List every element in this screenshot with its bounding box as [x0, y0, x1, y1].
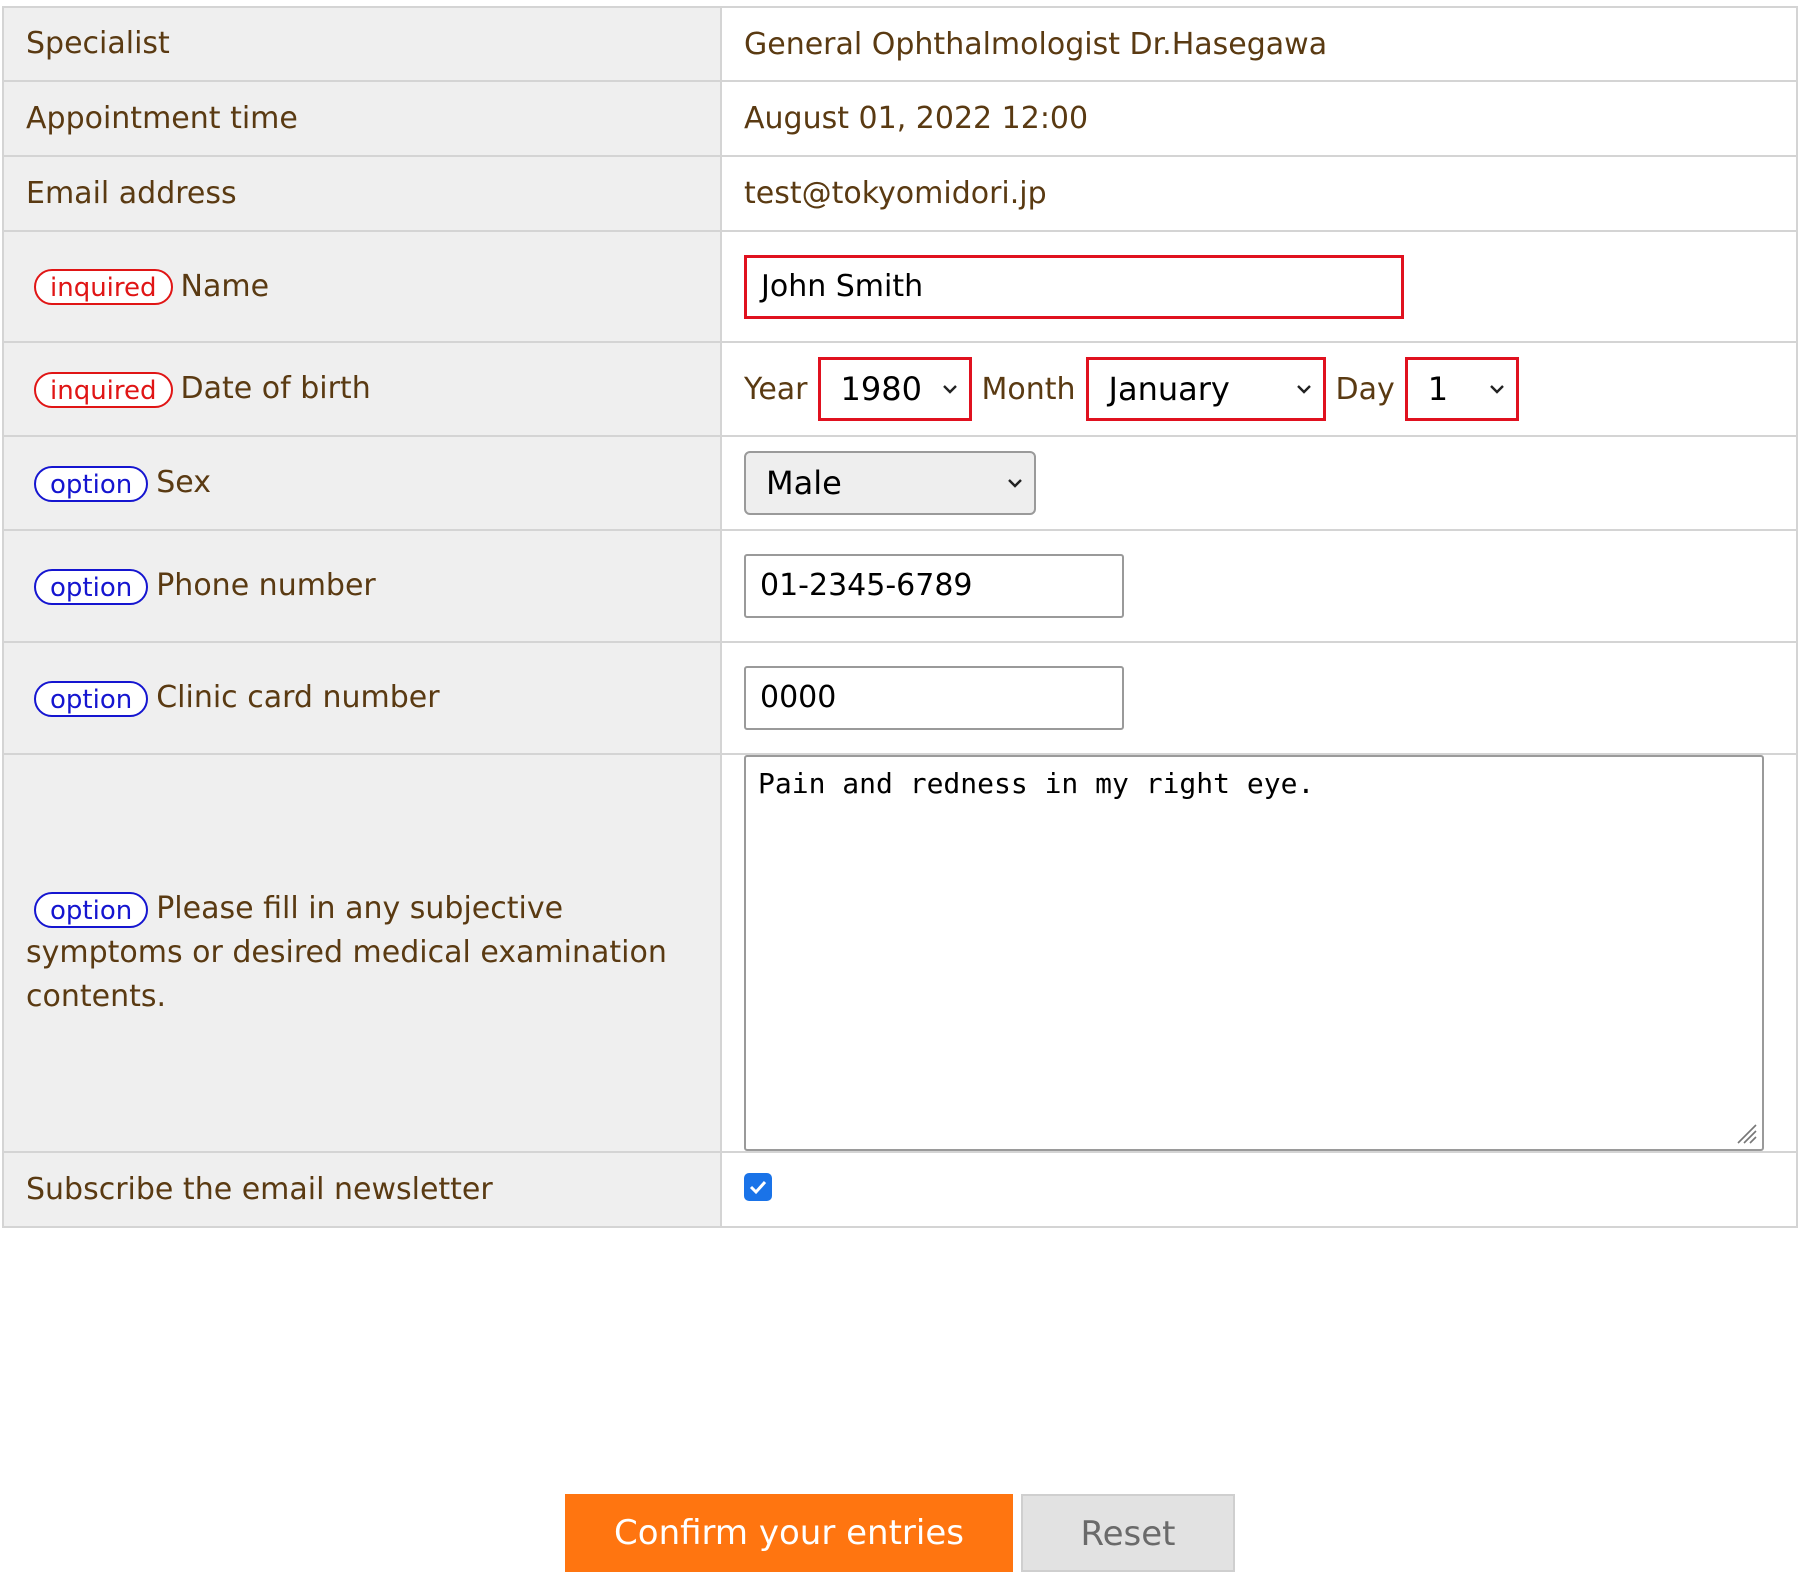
chevron-down-icon: [1008, 479, 1022, 488]
clinic-card-input[interactable]: 0000: [744, 666, 1124, 730]
symptoms-label-cell: option Please fill in any subjective symp…: [2, 753, 722, 1153]
phone-input[interactable]: 01-2345-6789: [744, 554, 1124, 618]
row-email: Email address test@tokyomidori.jp: [2, 155, 1798, 232]
card-cell: 0000: [720, 641, 1798, 755]
newsletter-label: Subscribe the email newsletter: [2, 1151, 722, 1228]
card-label: Clinic card number: [156, 680, 440, 715]
reset-button[interactable]: Reset: [1021, 1494, 1235, 1572]
option-badge: option: [34, 891, 149, 928]
sex-value: Male: [766, 464, 842, 502]
newsletter-cell: [720, 1151, 1798, 1228]
phone-cell: 01-2345-6789: [720, 529, 1798, 643]
row-symptoms: option Please fill in any subjective symp…: [2, 753, 1798, 1153]
row-phone: option Phone number 01-2345-6789: [2, 529, 1798, 643]
form-actions: Confirm your entries Reset: [0, 1494, 1800, 1572]
year-select[interactable]: 1980: [817, 357, 972, 421]
resize-handle-icon[interactable]: [1732, 1119, 1758, 1145]
day-select[interactable]: 1: [1404, 357, 1519, 421]
confirm-button[interactable]: Confirm your entries: [565, 1494, 1013, 1572]
newsletter-checkbox[interactable]: [744, 1173, 772, 1201]
required-badge: inquired: [34, 269, 173, 305]
specialist-value: General Ophthalmologist Dr.Hasegawa: [720, 6, 1798, 82]
specialist-label: Specialist: [2, 6, 722, 82]
chevron-down-icon: [1296, 385, 1311, 394]
sex-cell: Male: [720, 435, 1798, 531]
email-value: test@tokyomidori.jp: [720, 155, 1798, 232]
required-badge: inquired: [34, 371, 173, 408]
dob-label: Date of birth: [180, 371, 371, 406]
appointment-form-table: Specialist General Ophthalmologist Dr.Ha…: [2, 6, 1798, 1228]
row-appointment: Appointment time August 01, 2022 12:00: [2, 80, 1798, 157]
phone-label-cell: option Phone number: [2, 529, 722, 643]
symptoms-textarea[interactable]: Pain and redness in my right eye.: [744, 755, 1764, 1151]
row-specialist: Specialist General Ophthalmologist Dr.Ha…: [2, 6, 1798, 82]
day-label: Day: [1335, 371, 1395, 407]
name-cell: John Smith: [720, 230, 1798, 343]
check-icon: [749, 1180, 767, 1195]
appointment-label: Appointment time: [2, 80, 722, 157]
option-badge: option: [34, 465, 149, 502]
day-value: 1: [1427, 370, 1449, 408]
year-label: Year: [744, 371, 808, 407]
chevron-down-icon: [1489, 385, 1504, 394]
dob-label-cell: inquired Date of birth: [2, 341, 722, 437]
email-label: Email address: [2, 155, 722, 232]
phone-label: Phone number: [156, 568, 376, 603]
month-value: January: [1108, 370, 1230, 408]
dob-cell: Year 1980 Month January Day 1: [720, 341, 1798, 437]
sex-label-cell: option Sex: [2, 435, 722, 531]
appointment-value: August 01, 2022 12:00: [720, 80, 1798, 157]
row-card: option Clinic card number 0000: [2, 641, 1798, 755]
sex-label: Sex: [156, 465, 211, 500]
name-input[interactable]: John Smith: [744, 254, 1404, 319]
card-label-cell: option Clinic card number: [2, 641, 722, 755]
row-newsletter: Subscribe the email newsletter: [2, 1151, 1798, 1228]
chevron-down-icon: [942, 385, 957, 394]
option-badge: option: [34, 680, 149, 717]
row-sex: option Sex Male: [2, 435, 1798, 531]
sex-select[interactable]: Male: [744, 451, 1036, 515]
symptoms-cell: Pain and redness in my right eye.: [720, 753, 1798, 1153]
option-badge: option: [34, 568, 149, 605]
symptoms-text: Pain and redness in my right eye.: [758, 767, 1315, 800]
row-dob: inquired Date of birth Year 1980 Month Janua…: [2, 341, 1798, 437]
month-label: Month: [981, 371, 1076, 407]
year-value: 1980: [840, 370, 922, 408]
row-name: inquired Name John Smith: [2, 230, 1798, 343]
name-label-cell: inquired Name: [2, 230, 722, 343]
name-label: Name: [180, 268, 270, 304]
month-select[interactable]: January: [1085, 357, 1326, 421]
